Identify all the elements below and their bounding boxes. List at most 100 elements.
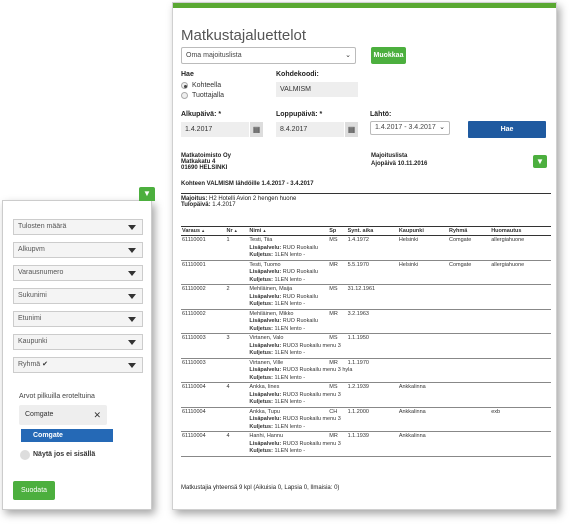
extra-service-line: Lisäpalvelu: RUO3 Ruokailu menu 3 <box>248 343 551 351</box>
list-type: Majoituslista <box>371 153 408 159</box>
radio-by-target[interactable] <box>181 82 188 89</box>
col-header[interactable]: Nr ▲ <box>225 226 249 236</box>
calendar-icon[interactable]: ▦ <box>344 122 358 137</box>
transport-label: Kuljetus: <box>249 350 273 356</box>
table-row: 61110003 3 Virtanen, Valo MS 1.1.1950 <box>181 334 551 343</box>
group-option[interactable]: Comgate <box>21 429 113 442</box>
extra-service-value: RUO3 Ruokailu menu 3 <box>282 440 341 447</box>
transport-label: Kuljetus: <box>249 399 273 405</box>
table-cell <box>448 334 490 343</box>
table-cell <box>448 432 490 441</box>
table-row: Lisäpalvelu: RUO3 Ruokailu menu 3 <box>181 343 551 351</box>
filter-label: Sukunimi <box>18 292 47 299</box>
table-cell <box>490 358 551 367</box>
table-cell <box>448 309 490 318</box>
filter-city[interactable]: Kaupunki <box>13 334 143 350</box>
col-header[interactable]: Varaus ▲ <box>181 226 226 236</box>
radio-by-product[interactable] <box>181 92 188 99</box>
search-button[interactable]: Hae <box>468 121 546 138</box>
group-filter-input[interactable]: Comgate ✕ <box>19 405 107 425</box>
table-cell <box>448 285 490 294</box>
table-cell: 3 <box>226 335 230 341</box>
table-cell: MS <box>329 335 338 341</box>
triangle-down-icon <box>128 317 136 322</box>
filter-group[interactable]: Ryhmä ✔ <box>13 357 143 373</box>
table-cell: 61110002 <box>182 286 206 292</box>
table-cell: 61110002 <box>182 310 206 317</box>
extra-service-line: Lisäpalvelu: RUO3 Ruokailu menu 3 <box>248 441 551 449</box>
table-row: 61110001 Testi, Tuomo MR 5.5.1970 Helsinki Co… <box>181 260 551 269</box>
end-date-input[interactable]: 8.4.2017 <box>276 122 344 137</box>
table-row: Lisäpalvelu: RUO Ruokailu <box>181 245 551 253</box>
table-cell <box>490 383 551 392</box>
table-cell: 1 <box>226 237 230 243</box>
table-cell <box>398 334 448 343</box>
extra-service-line: Lisäpalvelu: RUO Ruokailu <box>248 245 551 253</box>
sort-arrow-icon: ▲ <box>232 228 238 233</box>
table-row: Kuljetus: 1LEN lento - <box>181 399 551 407</box>
transport-value: 1LEN lento - <box>274 301 306 307</box>
edit-button[interactable]: Muokkaa <box>371 47 406 64</box>
table-cell <box>448 358 490 367</box>
table-row: Kuljetus: 1LEN lento - <box>181 448 551 456</box>
table-cell: MR <box>329 359 338 366</box>
start-date-input[interactable]: 1.4.2017 <box>181 122 249 137</box>
table-cell: 1.1.2000 <box>347 408 369 415</box>
extra-service-value: RUO Ruokailu <box>282 318 318 324</box>
table-cell: Helsinki <box>398 261 419 268</box>
transport-value: 1LEN lento - <box>274 374 306 381</box>
table-cell: 61110004 <box>182 433 206 439</box>
departure-select[interactable]: 1.4.2017 - 3.4.2017 ⌄ <box>370 121 450 135</box>
apply-filter-button[interactable]: Suodata <box>13 481 55 500</box>
table-cell: 4 <box>226 384 230 390</box>
table-cell: Virtanen, Valo <box>249 335 284 341</box>
filter-booking-number[interactable]: Varausnumero <box>13 265 143 281</box>
filter-start-date[interactable]: Alkupvm <box>13 242 143 258</box>
extra-service-label: Lisäpalvelu: <box>249 269 282 275</box>
extra-service-value: RUO3 Ruokailu menu 3 <box>282 416 341 422</box>
table-cell: CH <box>329 408 338 415</box>
table-cell: 31.12.1961 <box>347 286 376 292</box>
table-cell: 2 <box>226 286 230 292</box>
extra-service-value: RUO Ruokailu <box>282 269 318 275</box>
page-title: Matkustajaluettelot <box>181 27 307 44</box>
table-cell <box>448 383 490 392</box>
extra-service-label: Lisäpalvelu: <box>249 293 282 300</box>
table-cell: MS <box>329 286 338 292</box>
filter-first-name[interactable]: Etunimi <box>13 311 143 327</box>
extra-service-value: RUO3 Ruokailu menu 3 <box>282 391 341 398</box>
close-icon[interactable]: ✕ <box>93 405 101 425</box>
triangle-down-icon <box>128 294 136 299</box>
col-header[interactable]: Nimi ▲ <box>248 226 329 236</box>
table-cell: Comgate <box>448 261 472 268</box>
transport-line: Kuljetus: 1LEN lento - <box>248 424 551 432</box>
target-code-input[interactable]: VALMISM <box>276 82 358 97</box>
table-row: Lisäpalvelu: RUO3 Ruokailu menu 3 <box>181 416 551 424</box>
table-cell <box>226 260 249 269</box>
table-cell: 1.1.1939 <box>347 433 369 439</box>
extra-service-value: RUO Ruokailu <box>282 244 318 251</box>
report-heading: Kohteen VALMISM lähdöille 1.4.2017 - 3.4… <box>181 181 314 187</box>
filter-icon[interactable]: ▼ <box>139 187 155 201</box>
list-select[interactable]: Oma majoituslista ⌄ <box>181 47 356 64</box>
table-cell: exb <box>491 408 501 415</box>
table-cell: 1.2.1939 <box>347 384 369 390</box>
table-cell: 61110003 <box>182 335 206 341</box>
calendar-icon[interactable]: ▦ <box>249 122 263 137</box>
table-row: 61110002 2 Mehiläinen, Maija MS 31.12.1961 <box>181 285 551 294</box>
check-icon: ✔ <box>42 361 49 368</box>
triangle-down-icon <box>128 363 136 368</box>
table-cell: Testi, Tuomo <box>249 261 281 268</box>
exclude-toggle[interactable] <box>20 450 30 460</box>
list-select-value: Oma majoituslista <box>186 52 242 59</box>
transport-label: Kuljetus: <box>249 252 273 258</box>
filter-last-name[interactable]: Sukunimi <box>13 288 143 304</box>
table-cell: 61110001 <box>182 237 206 243</box>
filter-results-count[interactable]: Tulosten määrä <box>13 219 143 235</box>
extra-service-value: RUO3 Ruokailu menu 3 <box>282 342 341 349</box>
table-row: Lisäpalvelu: RUO3 Ruokailu menu 3 <box>181 392 551 400</box>
group-filter-value: Comgate <box>25 411 54 418</box>
transport-line: Kuljetus: 1LEN lento - <box>248 326 551 334</box>
col-header: Synt. aika <box>346 226 398 236</box>
table-cell: 5.5.1970 <box>347 261 369 268</box>
